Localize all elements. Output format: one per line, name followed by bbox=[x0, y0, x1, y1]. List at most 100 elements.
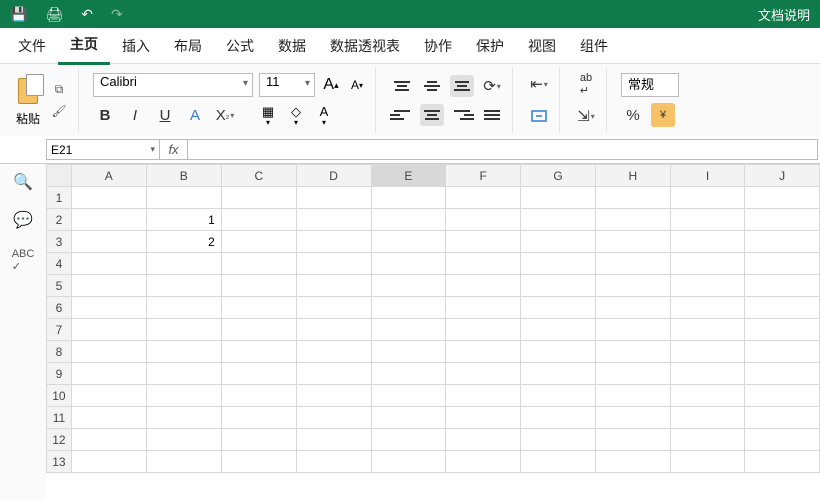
fill-color-button[interactable]: ◇▾ bbox=[285, 105, 307, 125]
cell-J9[interactable] bbox=[745, 363, 820, 385]
cell-F5[interactable] bbox=[446, 275, 521, 297]
paste-label[interactable]: 粘贴 bbox=[16, 110, 40, 127]
row-header-2[interactable]: 2 bbox=[47, 209, 72, 231]
cell-F2[interactable] bbox=[446, 209, 521, 231]
align-bottom-icon[interactable] bbox=[450, 75, 474, 97]
cell-F8[interactable] bbox=[446, 341, 521, 363]
cell-C6[interactable] bbox=[221, 297, 296, 319]
cell-C13[interactable] bbox=[221, 451, 296, 473]
cell-F1[interactable] bbox=[446, 187, 521, 209]
cell-A5[interactable] bbox=[71, 275, 146, 297]
cell-A12[interactable] bbox=[71, 429, 146, 451]
shrink-fit-icon[interactable]: ⇲▾ bbox=[574, 104, 598, 128]
cell-H2[interactable] bbox=[595, 209, 670, 231]
align-right-icon[interactable] bbox=[450, 104, 474, 126]
cell-E8[interactable] bbox=[371, 341, 446, 363]
redo-icon[interactable]: ↷ bbox=[111, 6, 123, 23]
col-header-F[interactable]: F bbox=[446, 165, 521, 187]
cell-B6[interactable] bbox=[146, 297, 221, 319]
align-top-icon[interactable] bbox=[390, 75, 414, 97]
select-all-corner[interactable] bbox=[47, 165, 72, 187]
cell-F6[interactable] bbox=[446, 297, 521, 319]
cell-J7[interactable] bbox=[745, 319, 820, 341]
cell-J8[interactable] bbox=[745, 341, 820, 363]
justify-icon[interactable] bbox=[480, 104, 504, 126]
increase-font-icon[interactable]: A▴ bbox=[321, 74, 341, 96]
cell-F13[interactable] bbox=[446, 451, 521, 473]
cell-A10[interactable] bbox=[71, 385, 146, 407]
row-header-7[interactable]: 7 bbox=[47, 319, 72, 341]
cell-B3[interactable]: 2 bbox=[146, 231, 221, 253]
row-header-9[interactable]: 9 bbox=[47, 363, 72, 385]
row-header-8[interactable]: 8 bbox=[47, 341, 72, 363]
cell-J11[interactable] bbox=[745, 407, 820, 429]
font-effects-button[interactable]: A bbox=[183, 103, 207, 127]
row-header-4[interactable]: 4 bbox=[47, 253, 72, 275]
cell-D9[interactable] bbox=[296, 363, 371, 385]
font-size-select[interactable]: 11▾ bbox=[259, 73, 315, 97]
cell-E9[interactable] bbox=[371, 363, 446, 385]
cell-A7[interactable] bbox=[71, 319, 146, 341]
row-header-12[interactable]: 12 bbox=[47, 429, 72, 451]
cell-C8[interactable] bbox=[221, 341, 296, 363]
undo-icon[interactable]: ↶ bbox=[81, 6, 93, 23]
decrease-font-icon[interactable]: A▾ bbox=[347, 74, 367, 96]
cell-A8[interactable] bbox=[71, 341, 146, 363]
cell-G3[interactable] bbox=[521, 231, 596, 253]
search-icon[interactable]: 🔍 bbox=[13, 172, 33, 192]
cell-G5[interactable] bbox=[521, 275, 596, 297]
cell-F11[interactable] bbox=[446, 407, 521, 429]
font-name-select[interactable]: Calibri▾ bbox=[93, 73, 253, 97]
cell-F7[interactable] bbox=[446, 319, 521, 341]
cell-H4[interactable] bbox=[595, 253, 670, 275]
border-button[interactable]: ▦▾ bbox=[257, 105, 279, 125]
cell-H10[interactable] bbox=[595, 385, 670, 407]
spellcheck-icon[interactable]: ABC✓ bbox=[12, 248, 35, 273]
cell-D2[interactable] bbox=[296, 209, 371, 231]
cell-H11[interactable] bbox=[595, 407, 670, 429]
cell-G6[interactable] bbox=[521, 297, 596, 319]
col-header-I[interactable]: I bbox=[670, 165, 745, 187]
cell-D8[interactable] bbox=[296, 341, 371, 363]
cell-F9[interactable] bbox=[446, 363, 521, 385]
col-header-G[interactable]: G bbox=[521, 165, 596, 187]
cell-H1[interactable] bbox=[595, 187, 670, 209]
cell-D6[interactable] bbox=[296, 297, 371, 319]
cell-H12[interactable] bbox=[595, 429, 670, 451]
row-header-5[interactable]: 5 bbox=[47, 275, 72, 297]
cell-J5[interactable] bbox=[745, 275, 820, 297]
decrease-indent-icon[interactable]: ⇤▾ bbox=[527, 72, 551, 96]
formula-input[interactable] bbox=[188, 139, 818, 160]
cell-J3[interactable] bbox=[745, 231, 820, 253]
fx-icon[interactable]: fx bbox=[160, 139, 188, 160]
cell-I13[interactable] bbox=[670, 451, 745, 473]
col-header-H[interactable]: H bbox=[595, 165, 670, 187]
row-header-13[interactable]: 13 bbox=[47, 451, 72, 473]
cell-J12[interactable] bbox=[745, 429, 820, 451]
cell-H9[interactable] bbox=[595, 363, 670, 385]
cell-E3[interactable] bbox=[371, 231, 446, 253]
col-header-E[interactable]: E bbox=[371, 165, 446, 187]
cell-J10[interactable] bbox=[745, 385, 820, 407]
cell-B13[interactable] bbox=[146, 451, 221, 473]
cell-E10[interactable] bbox=[371, 385, 446, 407]
cell-B5[interactable] bbox=[146, 275, 221, 297]
cell-I12[interactable] bbox=[670, 429, 745, 451]
cell-B12[interactable] bbox=[146, 429, 221, 451]
menu-tab-0[interactable]: 文件 bbox=[6, 28, 58, 64]
copy-icon[interactable]: ⧉ bbox=[48, 80, 70, 98]
cell-E13[interactable] bbox=[371, 451, 446, 473]
cell-J6[interactable] bbox=[745, 297, 820, 319]
cell-C1[interactable] bbox=[221, 187, 296, 209]
align-left-icon[interactable] bbox=[390, 104, 414, 126]
cell-D4[interactable] bbox=[296, 253, 371, 275]
col-header-A[interactable]: A bbox=[71, 165, 146, 187]
cell-E6[interactable] bbox=[371, 297, 446, 319]
menu-tab-7[interactable]: 协作 bbox=[412, 28, 464, 64]
cell-B11[interactable] bbox=[146, 407, 221, 429]
cell-E5[interactable] bbox=[371, 275, 446, 297]
cell-G10[interactable] bbox=[521, 385, 596, 407]
cell-F4[interactable] bbox=[446, 253, 521, 275]
cell-J2[interactable] bbox=[745, 209, 820, 231]
cell-G7[interactable] bbox=[521, 319, 596, 341]
